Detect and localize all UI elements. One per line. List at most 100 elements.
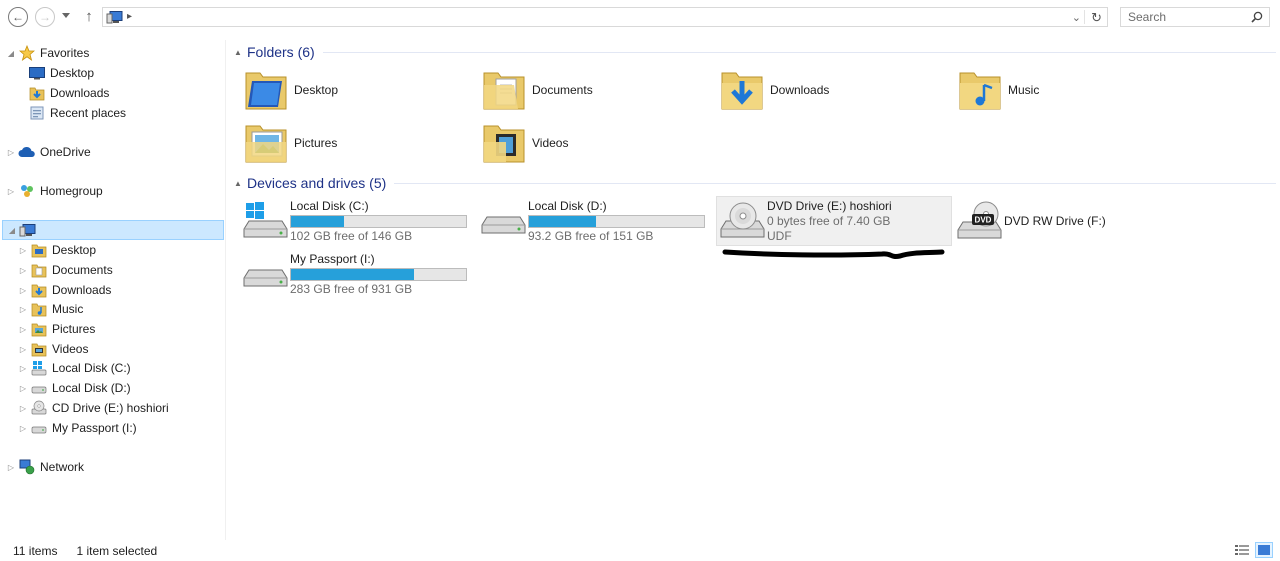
search-box[interactable] [1120, 7, 1270, 27]
collapse-arrow-icon[interactable]: ▲ [234, 48, 247, 57]
tree-item-this-pc[interactable]: ◢ [2, 220, 224, 240]
system-drive-icon [240, 198, 290, 244]
star-icon [18, 45, 36, 61]
folder-tile-documents[interactable]: Documents [482, 66, 712, 114]
folder-tile-downloads[interactable]: Downloads [720, 66, 950, 114]
tree-item-label: Desktop [50, 66, 95, 80]
documents-folder-icon [30, 262, 48, 278]
expand-arrow-icon[interactable]: ▷ [6, 463, 16, 472]
folder-tile-desktop[interactable]: Desktop [244, 66, 474, 114]
svg-text:DVD: DVD [975, 216, 992, 225]
tree-item-label: Favorites [40, 46, 90, 60]
expand-arrow-icon[interactable]: ▷ [18, 424, 28, 433]
recent-places-icon [28, 105, 46, 121]
downloads-folder-icon [720, 67, 764, 114]
large-icons-view-icon [1258, 545, 1270, 555]
content-pane: ▲ Folders (6) Desktop Documents Download… [234, 40, 1276, 540]
folder-tile-pictures[interactable]: Pictures [244, 119, 474, 167]
tree-item-label: Local Disk (C:) [52, 361, 131, 375]
group-divider [322, 51, 1276, 53]
drive-usage-fill [291, 215, 344, 227]
collapse-arrow-icon[interactable]: ▲ [234, 179, 247, 188]
tree-item-label: Pictures [52, 322, 96, 336]
downloads-folder-icon [28, 85, 46, 101]
group-title: Devices and drives (5) [247, 175, 387, 191]
tree-item-network[interactable]: ▷ Network [6, 457, 84, 477]
expand-arrow-icon[interactable]: ▷ [18, 345, 28, 354]
search-icon[interactable] [1251, 11, 1263, 26]
expand-arrow-icon[interactable]: ▷ [6, 148, 16, 157]
tree-item-label: Music [52, 302, 84, 316]
folder-name: Downloads [770, 83, 830, 97]
network-icon [18, 459, 36, 475]
drive-tile-dvd-drive-e[interactable]: DVD Drive (E:) hoshiori 0 bytes free of … [716, 196, 952, 246]
expand-arrow-icon[interactable]: ▷ [18, 246, 28, 255]
hard-drive-icon [478, 198, 528, 244]
hard-drive-icon [240, 251, 290, 297]
hand-drawn-underline-annotation [722, 249, 945, 259]
address-history-chevron-down-icon[interactable]: ⌄ [1072, 11, 1081, 24]
tree-item-local-disk-d[interactable]: ▷ Local Disk (D:) [18, 378, 131, 398]
hard-drive-icon [30, 420, 48, 436]
tree-item-favorites-recent-places[interactable]: Recent places [28, 103, 126, 123]
recent-locations-chevron-down-icon[interactable] [62, 13, 70, 18]
large-icons-view-button[interactable] [1255, 542, 1273, 558]
music-folder-icon [30, 301, 48, 317]
folder-tile-videos[interactable]: Videos [482, 119, 712, 167]
group-title: Folders (6) [247, 44, 315, 60]
expand-arrow-icon[interactable]: ▷ [18, 305, 28, 314]
drive-tile-local-disk-c[interactable]: Local Disk (C:) 102 GB free of 146 GB [240, 196, 476, 246]
tree-item-homegroup[interactable]: ▷ Homegroup [6, 181, 103, 201]
folders-group-header[interactable]: ▲ Folders (6) [234, 40, 1276, 64]
tree-item-local-disk-c[interactable]: ▷ Local Disk (C:) [18, 358, 131, 378]
tree-item-my-passport-i[interactable]: ▷ My Passport (I:) [18, 418, 137, 438]
navigation-pane: ◢ Favorites Desktop Downloads Recent pla… [0, 40, 226, 540]
tree-item-desktop[interactable]: ▷ Desktop [18, 240, 96, 260]
tree-item-favorites-desktop[interactable]: Desktop [28, 63, 94, 83]
back-arrow-icon: ← [12, 10, 24, 24]
drive-usage-bar [290, 214, 467, 228]
tree-item-label: My Passport (I:) [52, 421, 137, 435]
tree-item-cd-drive-e[interactable]: ▷ CD Drive (E:) hoshiori [18, 398, 169, 418]
drive-name: Local Disk (D:) [528, 198, 607, 213]
drive-tile-my-passport-i[interactable]: My Passport (I:) 283 GB free of 931 GB [240, 249, 476, 299]
search-input[interactable] [1128, 8, 1248, 26]
tree-item-documents[interactable]: ▷ Documents [18, 260, 113, 280]
computer-icon [19, 222, 37, 238]
drive-free-space: 102 GB free of 146 GB [290, 228, 413, 243]
expand-arrow-icon[interactable]: ▷ [18, 325, 28, 334]
collapse-arrow-icon[interactable]: ◢ [6, 49, 16, 58]
folder-tile-music[interactable]: Music [958, 66, 1188, 114]
expand-arrow-icon[interactable]: ▷ [18, 266, 28, 275]
tree-item-favorites-downloads[interactable]: Downloads [28, 83, 109, 103]
up-button[interactable]: ↑ [82, 7, 96, 27]
forward-button[interactable]: → [35, 7, 55, 27]
tree-item-label: Local Disk (D:) [52, 381, 131, 395]
collapse-arrow-icon[interactable]: ◢ [7, 226, 17, 235]
tree-item-label: Desktop [52, 243, 97, 257]
breadcrumb-chevron-right-icon[interactable]: ▸ [127, 11, 132, 22]
folder-name: Pictures [294, 136, 338, 150]
drive-tile-dvd-rw-drive-f[interactable]: DVD DVD RW Drive (F:) [954, 196, 1190, 246]
tree-item-downloads[interactable]: ▷ Downloads [18, 280, 111, 300]
videos-folder-icon [30, 341, 48, 357]
address-bar[interactable]: ▸ ⌄ ↻ [102, 7, 1108, 27]
folder-name: Documents [532, 83, 593, 97]
tree-item-pictures[interactable]: ▷ Pictures [18, 319, 95, 339]
expand-arrow-icon[interactable]: ▷ [6, 187, 16, 196]
tree-item-favorites[interactable]: ◢ Favorites [6, 43, 89, 63]
tree-item-onedrive[interactable]: ▷ OneDrive [6, 142, 91, 162]
expand-arrow-icon[interactable]: ▷ [18, 286, 28, 295]
expand-arrow-icon[interactable]: ▷ [18, 364, 28, 373]
details-view-button[interactable] [1234, 543, 1250, 557]
drives-group-header[interactable]: ▲ Devices and drives (5) [234, 171, 1276, 195]
expand-arrow-icon[interactable]: ▷ [18, 404, 28, 413]
up-arrow-icon: ↑ [85, 8, 93, 25]
tree-item-label: Downloads [50, 86, 110, 100]
drive-tile-local-disk-d[interactable]: Local Disk (D:) 93.2 GB free of 151 GB [478, 196, 714, 246]
tree-item-music[interactable]: ▷ Music [18, 299, 83, 319]
expand-arrow-icon[interactable]: ▷ [18, 384, 28, 393]
tree-item-videos[interactable]: ▷ Videos [18, 339, 88, 359]
back-button[interactable]: ← [8, 7, 28, 27]
refresh-icon[interactable]: ↻ [1091, 10, 1102, 26]
